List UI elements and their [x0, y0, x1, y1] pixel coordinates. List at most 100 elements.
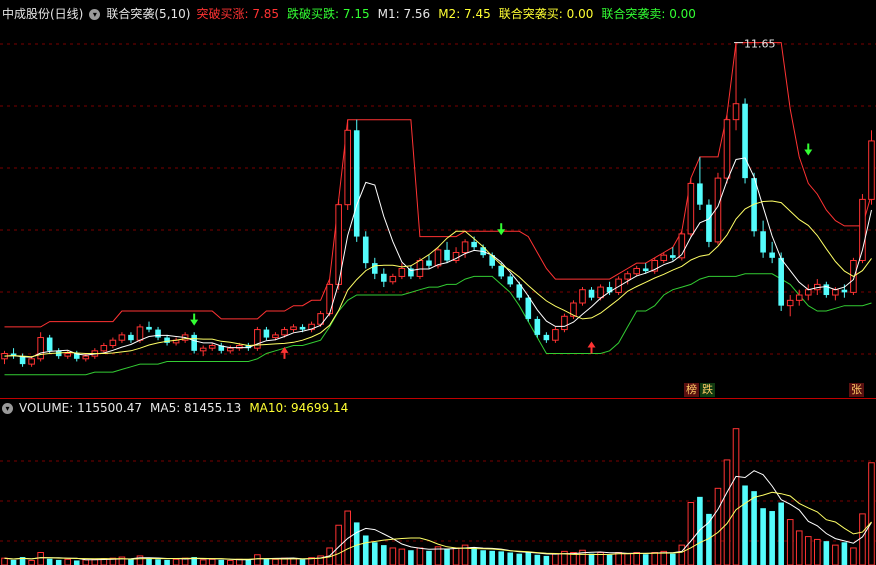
volume-bar-up [813, 538, 821, 565]
volume-bar-down [507, 552, 514, 565]
resistance-line [4, 42, 872, 328]
candle-down [697, 183, 703, 205]
candle-down [426, 260, 432, 266]
volume-bar-down [371, 542, 378, 565]
candle-up [389, 275, 397, 283]
volume-bar-down [543, 555, 550, 565]
volume-bar-down [525, 552, 532, 565]
volume-label-1: MA5: 81455.13 [150, 401, 242, 415]
volume-bar-down [408, 550, 414, 565]
candle-down [706, 204, 712, 242]
volume-bar-down [516, 553, 523, 565]
candle-down [742, 103, 748, 179]
volume-bar-up [678, 544, 686, 565]
candle-down [46, 337, 53, 351]
candle-up [687, 182, 695, 235]
volume-bar-down [146, 558, 152, 565]
volume-bar-up [136, 555, 144, 565]
volume-bar-down [742, 485, 748, 565]
volume-bar-up [804, 536, 812, 565]
volume-bar-down [426, 550, 432, 565]
candle-down [778, 257, 784, 306]
support-line [4, 273, 872, 376]
volume-bar-down [245, 559, 252, 565]
candle-down [381, 273, 387, 282]
candle-up [416, 259, 424, 277]
volume-bar-down [498, 551, 505, 565]
candle-up [100, 345, 108, 352]
candle-down [588, 289, 595, 298]
volume-bar-up [416, 547, 424, 565]
indicator-name[interactable]: 联合突袭(5,10) [106, 5, 190, 23]
candle-up [868, 140, 875, 200]
price-chart[interactable]: 11.65 [0, 24, 876, 396]
volume-bar-up [272, 558, 279, 565]
volume-bar-down [353, 522, 360, 565]
candle-down [444, 249, 450, 261]
candle-up [434, 249, 442, 267]
event-badge[interactable]: 榜 [684, 383, 699, 397]
volume-bar-up [290, 558, 297, 565]
candle-down [353, 130, 360, 237]
volume-bar-up [208, 558, 216, 565]
volume-bar-up [37, 552, 44, 565]
indicator-label-4: 联合突袭买: 0.00 [498, 7, 594, 21]
candle-up [633, 267, 640, 275]
volume-bar-up [64, 558, 72, 565]
volume-bar-down [642, 554, 649, 565]
candle-up [64, 352, 72, 357]
volume-bar-down [46, 558, 53, 565]
volume-bar-down [471, 547, 477, 565]
volume-bar-up [723, 459, 731, 565]
main-panel-header: 中成股份(日线) ▾ 联合突袭(5,10) 突破买涨: 7.85 跌破买跌: 7.… [2, 5, 710, 23]
volume-chart[interactable] [0, 419, 876, 565]
candle-up [624, 273, 631, 280]
volume-bar-up [850, 547, 857, 565]
volume-bar-down [751, 491, 757, 565]
volume-bar-up [795, 530, 803, 565]
volume-label-2: MA10: 94699.14 [249, 401, 349, 415]
candle-up [398, 267, 406, 277]
candle-up [136, 326, 144, 341]
event-badge[interactable]: 张 [849, 383, 864, 397]
volume-bar-down [778, 502, 784, 565]
stock-title[interactable]: 中成股份(日线) [2, 5, 83, 23]
volume-bar-down [10, 559, 17, 565]
indicator-settings-icon[interactable]: ▾ [89, 8, 101, 20]
candle-up [597, 286, 604, 299]
candle-down [128, 334, 134, 341]
volume-bar-down [769, 511, 775, 565]
candle-down [155, 329, 161, 338]
volume-settings-icon[interactable]: ▾ [2, 402, 13, 414]
candle-down [760, 231, 766, 253]
candle-down [408, 268, 414, 277]
volume-bar-up [398, 548, 406, 565]
peak-price-label: 11.65 [744, 38, 776, 51]
volume-values: VOLUME: 115500.47 MA5: 81455.13 MA10: 9469… [19, 399, 356, 417]
volume-bar-down [823, 541, 830, 565]
indicator-label-5: 联合突袭卖: 0.00 [601, 7, 696, 21]
volume-bar-down [164, 559, 170, 565]
event-badge[interactable]: 跌 [700, 383, 715, 397]
candle-up [326, 283, 333, 315]
candle-down [19, 356, 26, 365]
candle-down [263, 329, 270, 338]
volume-bar-down [155, 559, 161, 565]
volume-bar-up [254, 554, 261, 565]
candle-up [226, 347, 234, 352]
volume-bar-down [128, 559, 134, 565]
volume-bar-down [670, 553, 676, 565]
volume-bar-down [73, 560, 80, 565]
volume-bar-up [28, 559, 35, 565]
volume-bar-down [480, 550, 486, 565]
volume-bar-down [588, 553, 595, 565]
volume-bar-down [697, 496, 703, 565]
volume-bar-up [452, 547, 460, 565]
volume-bar-down [606, 554, 613, 565]
volume-bar-up [199, 559, 207, 565]
volume-bar-up [651, 552, 659, 565]
volume-bar-up [714, 487, 722, 565]
candle-down [146, 326, 152, 330]
candle-down [471, 241, 477, 248]
candle-up [344, 129, 351, 206]
